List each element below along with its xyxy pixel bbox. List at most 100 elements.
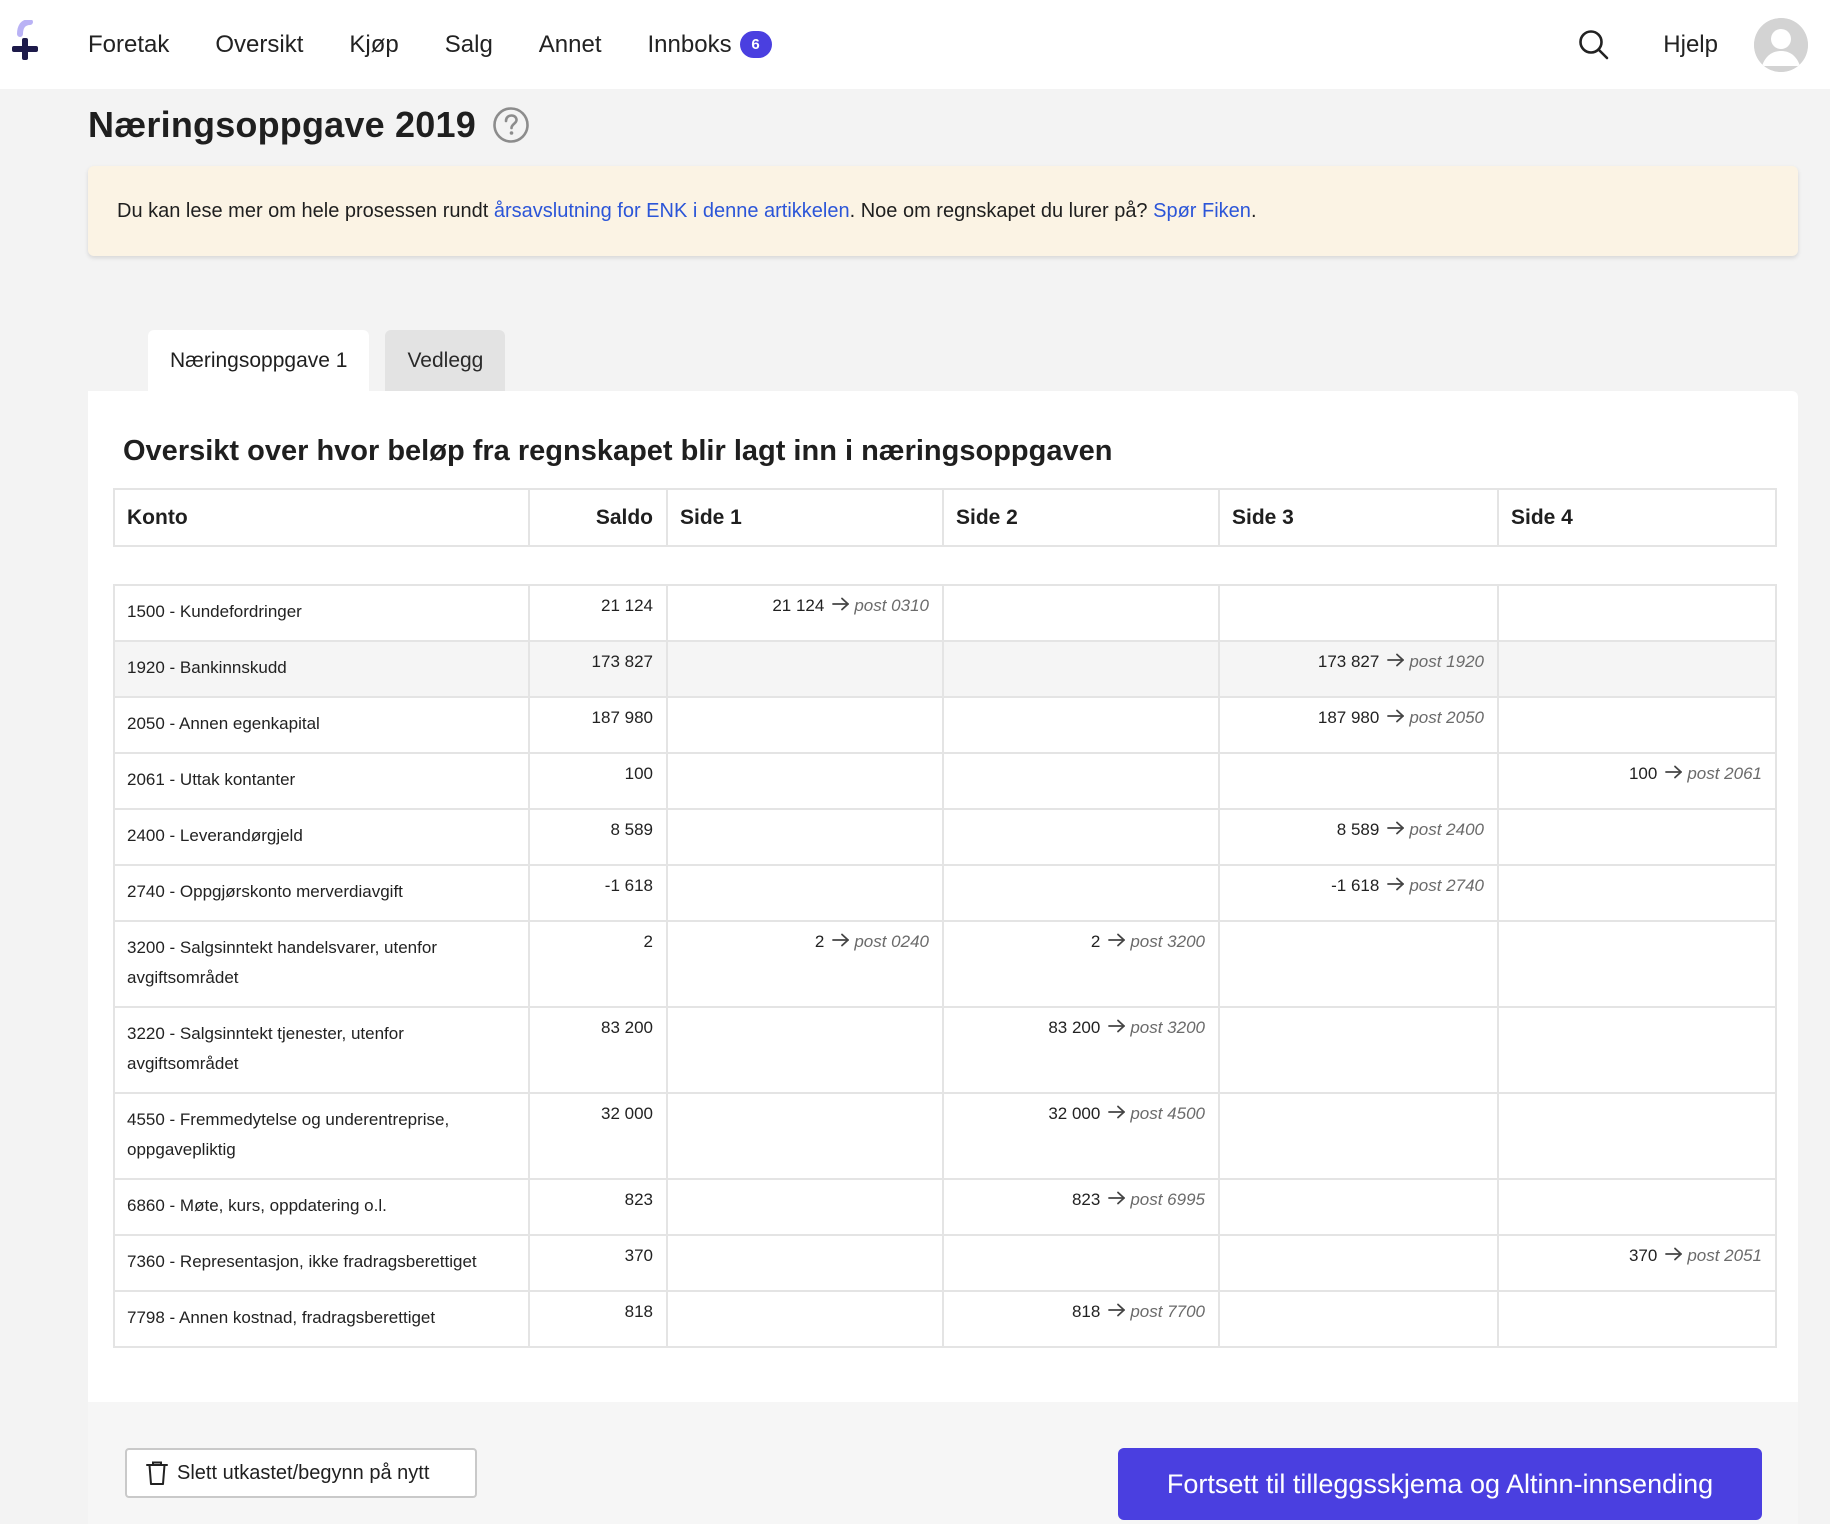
arrow-right-icon bbox=[1386, 876, 1406, 892]
post-reference: post 6995 bbox=[1130, 1190, 1205, 1209]
nav-innboks-label: Innboks bbox=[647, 30, 732, 58]
continue-to-altinn-button[interactable]: Fortsett til tilleggsskjema og Altinn-in… bbox=[1118, 1448, 1762, 1520]
arrow-right-icon bbox=[1107, 932, 1127, 948]
help-circle-icon[interactable] bbox=[492, 106, 530, 144]
mapped-amount: 8 589 bbox=[1336, 820, 1380, 839]
side-3-cell bbox=[1218, 1006, 1499, 1094]
side-2-cell bbox=[942, 808, 1220, 866]
side-1-cell bbox=[666, 1290, 944, 1348]
column-header-saldo: Saldo bbox=[528, 488, 668, 547]
table-row: 7360 - Representasjon, ikke fradragsbere… bbox=[113, 1234, 1777, 1292]
table-row: 2740 - Oppgjørskonto merverdiavgift -1 61… bbox=[113, 864, 1777, 922]
column-header-side-3: Side 3 bbox=[1218, 488, 1499, 547]
side-1-cell: 2 post 0240 bbox=[666, 920, 944, 1008]
arrow-right-icon bbox=[1107, 1018, 1127, 1034]
post-reference: post 2061 bbox=[1687, 764, 1762, 783]
tab-naeringsoppgave-1[interactable]: Næringsoppgave 1 bbox=[148, 330, 370, 392]
help-link[interactable]: Hjelp bbox=[1663, 31, 1718, 59]
avatar-icon[interactable] bbox=[1754, 17, 1808, 72]
card-footer: Slett utkastet/begynn på nytt Fortsett t… bbox=[88, 1402, 1798, 1524]
side-1-cell bbox=[666, 1234, 944, 1292]
continue-label: Fortsett til tilleggsskjema og Altinn-in… bbox=[1166, 1468, 1714, 1499]
arrow-right-icon bbox=[1386, 820, 1406, 836]
saldo-cell: 83 200 bbox=[528, 1006, 668, 1094]
side-4-cell: 370 post 2051 bbox=[1497, 1234, 1777, 1292]
table-row: 2050 - Annen egenkapital 187 980 187 980 po… bbox=[113, 696, 1777, 754]
arrow-right-icon bbox=[831, 596, 851, 612]
side-2-cell bbox=[942, 752, 1220, 810]
table-row: 1500 - Kundefordringer 21 124 21 124 post 0… bbox=[113, 584, 1777, 642]
mapped-amount: 173 827 bbox=[1317, 652, 1380, 671]
side-3-cell bbox=[1218, 1234, 1499, 1292]
account-name-cell: 2740 - Oppgjørskonto merverdiavgift bbox=[113, 864, 530, 922]
nav-annet[interactable]: Annet bbox=[539, 31, 602, 59]
arrow-right-icon bbox=[1386, 708, 1406, 724]
post-reference: post 2740 bbox=[1409, 876, 1484, 895]
side-4-cell: 100 post 2061 bbox=[1497, 752, 1777, 810]
arrow-right-icon bbox=[1107, 1104, 1127, 1120]
delete-draft-button[interactable]: Slett utkastet/begynn på nytt bbox=[125, 1448, 477, 1498]
side-4-cell bbox=[1497, 1006, 1777, 1094]
side-2-cell bbox=[942, 1234, 1220, 1292]
overview-card: Oversikt over hvor beløp fra regnskapet … bbox=[88, 391, 1798, 1524]
search-icon[interactable] bbox=[1577, 28, 1611, 62]
post-reference: post 0240 bbox=[854, 932, 929, 951]
account-name-cell: 7360 - Representasjon, ikke fradragsbere… bbox=[113, 1234, 530, 1292]
info-text-middle: . Noe om regnskapet du lurer på? bbox=[849, 199, 1154, 222]
side-4-cell bbox=[1497, 1178, 1777, 1236]
tab-vedlegg[interactable]: Vedlegg bbox=[385, 330, 506, 392]
side-1-cell bbox=[666, 696, 944, 754]
mapped-amount: 823 bbox=[1071, 1190, 1101, 1209]
side-1-cell bbox=[666, 640, 944, 698]
side-4-cell bbox=[1497, 1290, 1777, 1348]
side-3-cell bbox=[1218, 1290, 1499, 1348]
account-name-cell: 4550 - Fremmedytelse og underentreprise,… bbox=[113, 1092, 530, 1180]
post-reference: post 1920 bbox=[1409, 652, 1484, 671]
post-reference: post 2400 bbox=[1409, 820, 1484, 839]
table-row: 1920 - Bankinnskudd 173 827 173 827 post 19… bbox=[113, 640, 1777, 698]
saldo-cell: 823 bbox=[528, 1178, 668, 1236]
nav-right: Hjelp bbox=[1577, 0, 1830, 89]
enk-article-link[interactable]: årsavslutning for ENK i denne artikkelen bbox=[494, 200, 850, 222]
info-banner: Du kan lese mer om hele prosessen rundt … bbox=[88, 166, 1798, 256]
account-name-cell: 1500 - Kundefordringer bbox=[113, 584, 530, 642]
side-4-cell bbox=[1497, 864, 1777, 922]
nav-salg[interactable]: Salg bbox=[445, 31, 493, 59]
inbox-count-badge: 6 bbox=[739, 31, 772, 58]
tab-bar: Næringsoppgave 1 Vedlegg bbox=[148, 330, 506, 392]
nav-kjop[interactable]: Kjøp bbox=[349, 31, 398, 59]
arrow-right-icon bbox=[1664, 1246, 1684, 1262]
fiken-logo-icon[interactable] bbox=[8, 19, 44, 62]
saldo-cell: 818 bbox=[528, 1290, 668, 1348]
arrow-right-icon bbox=[1107, 1302, 1127, 1318]
info-text-start: Du kan lese mer om hele prosessen rundt bbox=[117, 199, 494, 222]
side-2-cell: 2 post 3200 bbox=[942, 920, 1220, 1008]
side-3-cell bbox=[1218, 920, 1499, 1008]
side-3-cell: 187 980 post 2050 bbox=[1218, 696, 1499, 754]
side-3-cell: 8 589 post 2400 bbox=[1218, 808, 1499, 866]
mapped-amount: 2 bbox=[1090, 932, 1101, 951]
side-4-cell bbox=[1497, 584, 1777, 642]
side-2-cell bbox=[942, 696, 1220, 754]
side-3-cell bbox=[1218, 752, 1499, 810]
top-navigation: Foretak Oversikt Kjøp Salg Annet Innboks… bbox=[0, 0, 1830, 89]
accounts-table-body: 1500 - Kundefordringer 21 124 21 124 post 0… bbox=[113, 584, 1777, 1348]
side-2-cell bbox=[942, 584, 1220, 642]
nav-foretak[interactable]: Foretak bbox=[88, 31, 169, 59]
saldo-cell: 8 589 bbox=[528, 808, 668, 866]
nav-innboks[interactable]: Innboks 6 bbox=[648, 31, 772, 59]
account-name-cell: 2061 - Uttak kontanter bbox=[113, 752, 530, 810]
info-text-end: . bbox=[1250, 199, 1257, 222]
account-name-cell: 2050 - Annen egenkapital bbox=[113, 696, 530, 754]
side-4-cell bbox=[1497, 640, 1777, 698]
ask-fiken-link[interactable]: Spør Fiken bbox=[1153, 200, 1251, 222]
arrow-right-icon bbox=[1664, 764, 1684, 780]
side-3-cell bbox=[1218, 1092, 1499, 1180]
post-reference: post 7700 bbox=[1130, 1302, 1205, 1321]
saldo-cell: 370 bbox=[528, 1234, 668, 1292]
side-1-cell bbox=[666, 1178, 944, 1236]
side-2-cell bbox=[942, 640, 1220, 698]
nav-oversikt[interactable]: Oversikt bbox=[215, 31, 303, 59]
side-2-cell bbox=[942, 864, 1220, 922]
table-row: 3200 - Salgsinntekt handelsvarer, utenfo… bbox=[113, 920, 1777, 1008]
